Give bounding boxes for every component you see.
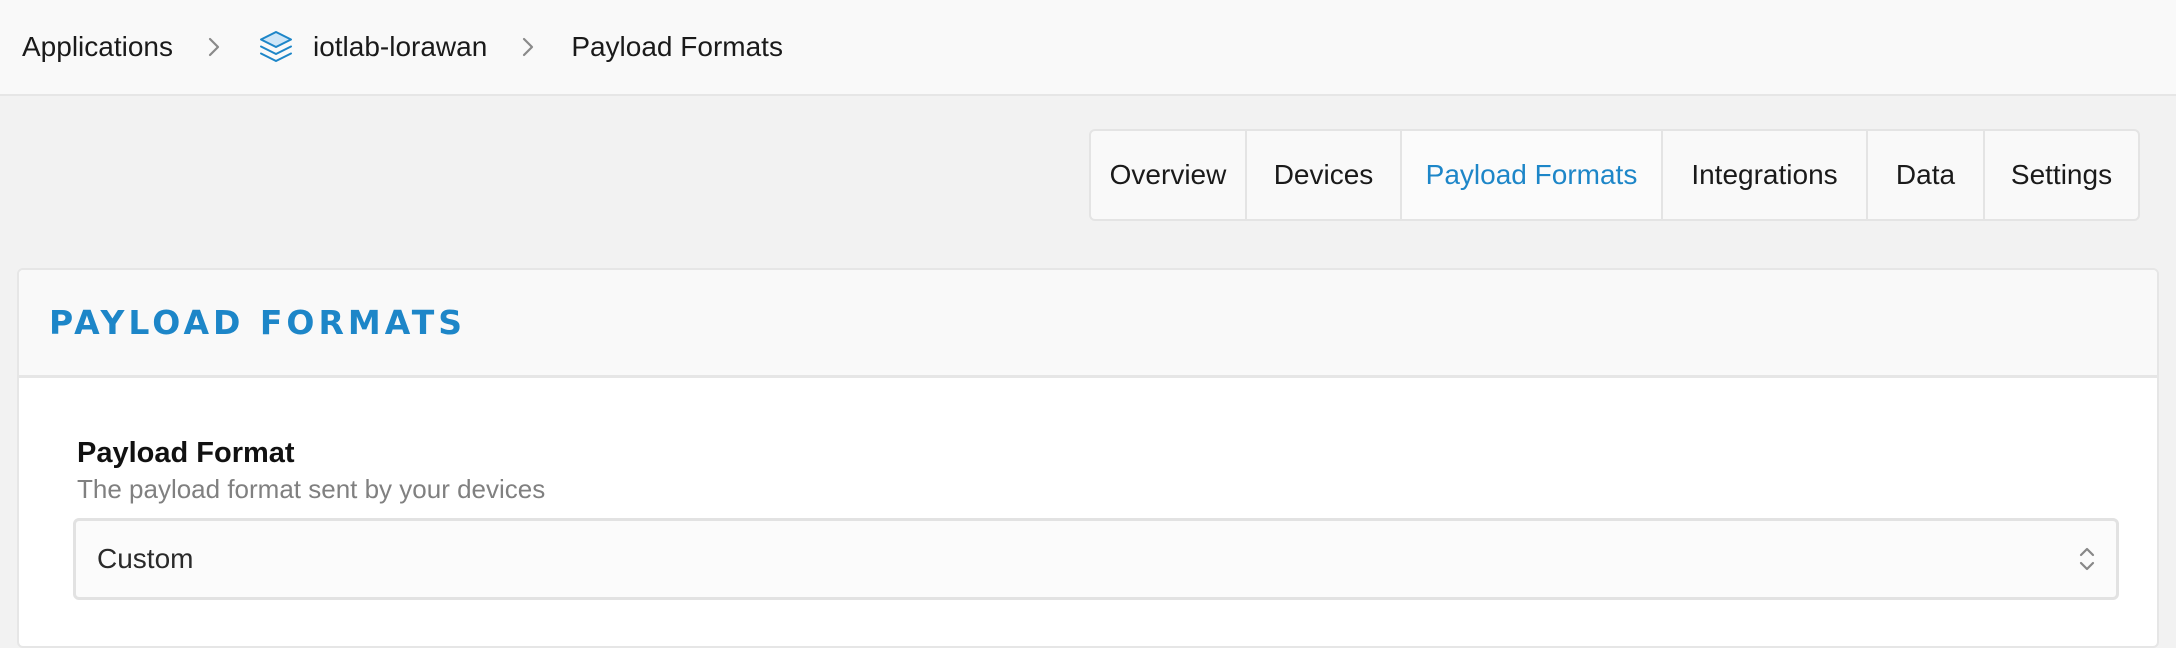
payload-format-help-text: The payload format sent by your devices [77,474,546,504]
tab-devices[interactable]: Devices [1247,131,1402,219]
panel-body: Payload Format The payload format sent b… [19,378,2157,600]
layers-icon [257,28,295,66]
breadcrumb-current-page: Payload Formats [571,31,783,62]
payload-format-selected-value: Custom [97,543,194,574]
panel-header: Payload Formats [19,270,2157,378]
chevron-right-icon [199,32,229,62]
tab-overview[interactable]: Overview [1091,131,1247,219]
tab-data[interactable]: Data [1868,131,1985,219]
chevron-right-icon [513,32,543,62]
panel-title: Payload Formats [49,303,466,342]
application-tabs: Overview Devices Payload Formats Integra… [1089,129,2140,221]
tab-integrations[interactable]: Integrations [1663,131,1868,219]
payload-format-label: Payload Format [77,437,295,469]
tab-payload-formats[interactable]: Payload Formats [1402,131,1663,219]
breadcrumb-application-link[interactable]: iotlab-lorawan [257,28,487,66]
breadcrumb: Applications iotlab-lorawan Payload Form… [0,0,2176,96]
breadcrumb-applications-link[interactable]: Applications [22,31,173,63]
payload-format-select[interactable]: Custom [73,518,2119,600]
breadcrumb-application-label: iotlab-lorawan [312,31,488,62]
chevron-updown-icon [2076,542,2098,576]
tab-settings[interactable]: Settings [1985,131,2138,219]
payload-formats-panel: Payload Formats Payload Format The paylo… [17,268,2159,648]
